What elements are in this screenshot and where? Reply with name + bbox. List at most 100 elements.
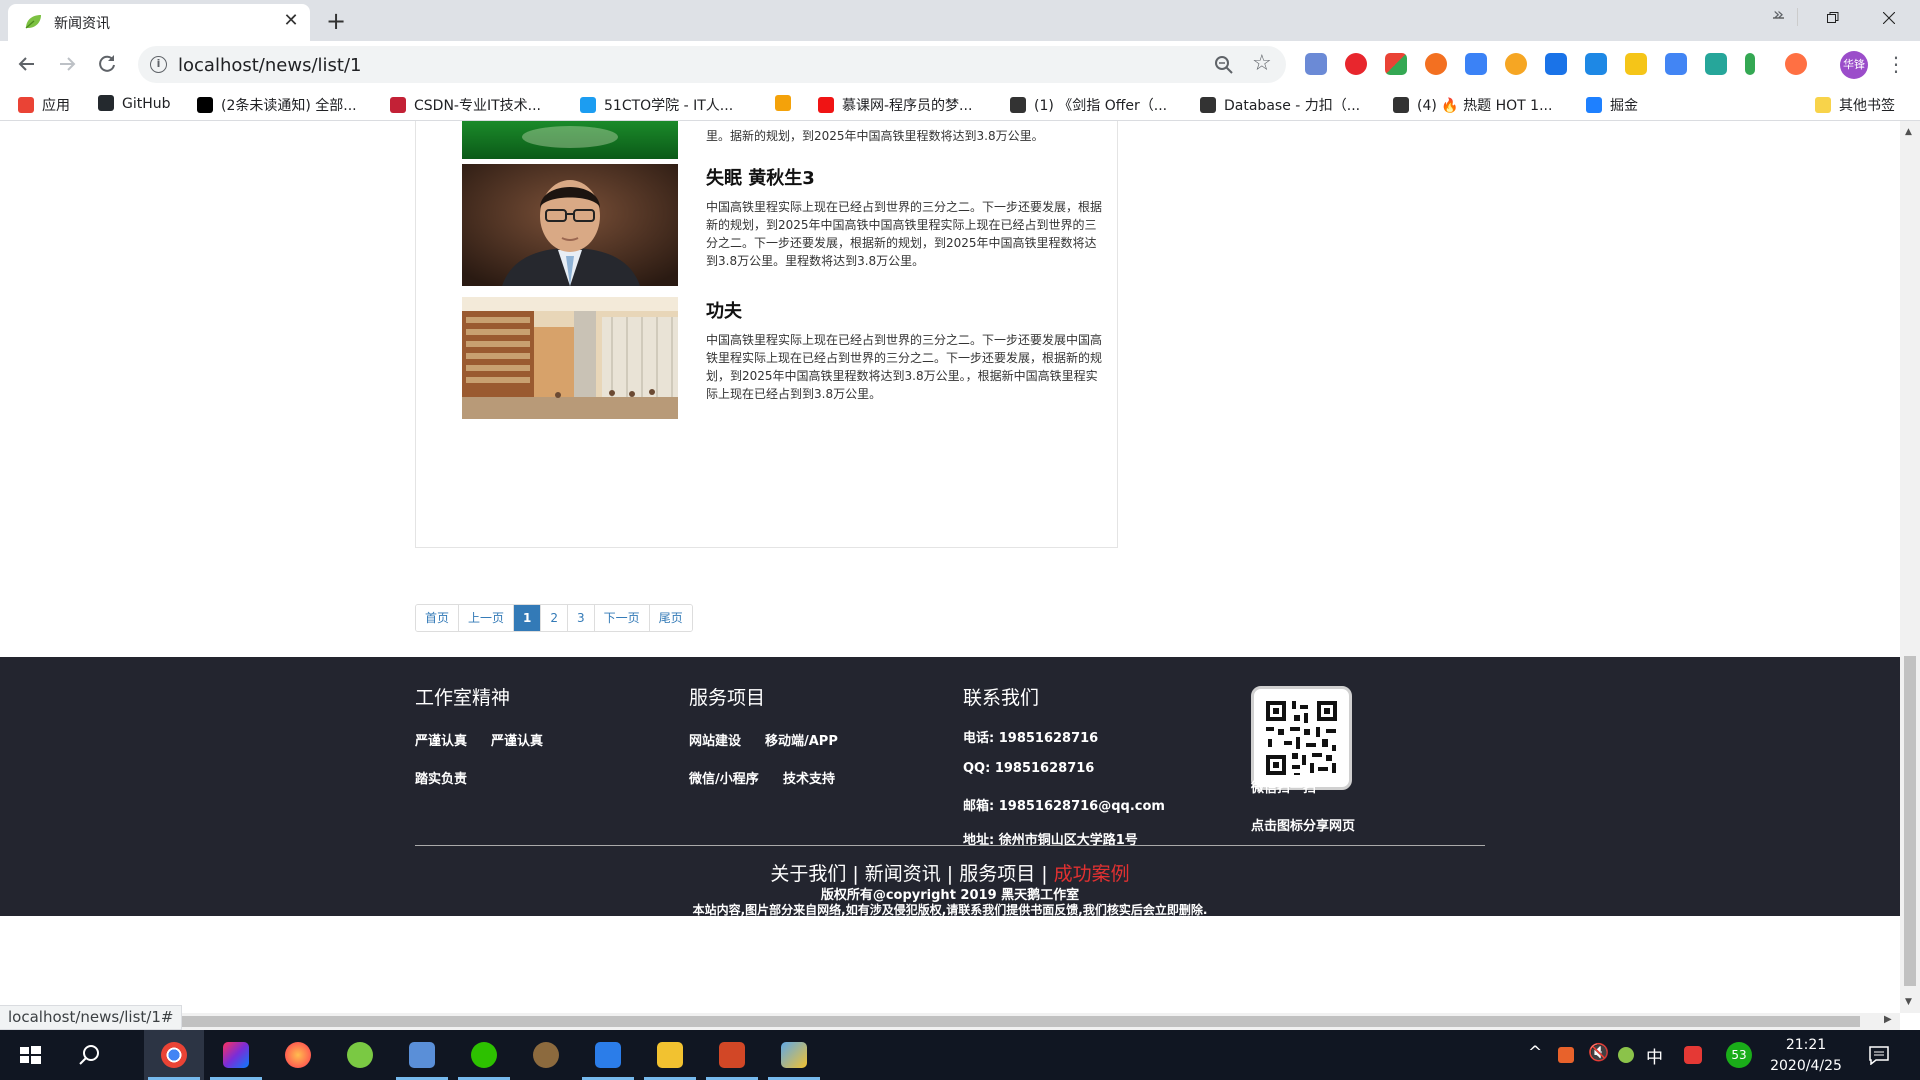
bookmark-label: 掘金 xyxy=(1610,98,1638,114)
profile-avatar[interactable]: 华锋 xyxy=(1840,51,1868,79)
extension-infinity-icon[interactable] xyxy=(1425,53,1447,75)
qr-share-hint: 点击图标分享网页 xyxy=(1251,819,1356,834)
footer-link[interactable]: 移动端/APP xyxy=(765,730,838,749)
footer-link[interactable]: 严谨认真 xyxy=(415,730,467,749)
page-2-link[interactable]: 2 xyxy=(541,605,569,631)
taskbar-remote-desktop[interactable] xyxy=(392,1030,452,1080)
reload-button[interactable] xyxy=(92,49,122,79)
zoom-icon[interactable] xyxy=(1214,55,1234,75)
extension-edit-icon[interactable] xyxy=(1665,53,1687,75)
extension-dots-icon[interactable] xyxy=(1625,53,1647,75)
page-3-link[interactable]: 3 xyxy=(568,605,595,631)
footer-nav-about[interactable]: 关于我们 xyxy=(770,863,846,885)
taskbar-settings-app[interactable] xyxy=(516,1030,576,1080)
footer-link[interactable]: 技术支持 xyxy=(783,768,835,787)
bookmark-item[interactable]: 掘金 xyxy=(1586,95,1638,115)
news-thumbnail-portrait[interactable] xyxy=(462,164,678,286)
extension-s-icon[interactable] xyxy=(1545,53,1567,75)
other-bookmarks-folder[interactable]: 其他书签 xyxy=(1815,95,1895,115)
taskbar-paint[interactable] xyxy=(764,1030,824,1080)
notification-center-icon[interactable] xyxy=(1868,1045,1890,1065)
footer-link[interactable]: 严谨认真 xyxy=(491,730,543,749)
page-prev-link[interactable]: 上一页 xyxy=(459,605,515,631)
folder-icon xyxy=(657,1042,683,1068)
bookmark-item[interactable]: (1) 《剑指 Offer（... xyxy=(1010,95,1167,115)
scroll-up-arrow-icon[interactable]: ▲ xyxy=(1905,127,1912,137)
taskbar-clock[interactable]: 21:21 2020/4/25 xyxy=(1766,1035,1846,1077)
tray-app-icon[interactable] xyxy=(1558,1047,1574,1063)
footer-nav-services[interactable]: 服务项目 xyxy=(959,863,1035,885)
vertical-scroll-thumb[interactable] xyxy=(1904,656,1916,986)
search-button[interactable] xyxy=(60,1030,120,1080)
taskbar-wechat[interactable] xyxy=(454,1030,514,1080)
forward-button[interactable] xyxy=(52,49,82,79)
sogou-ime-icon[interactable] xyxy=(1684,1046,1702,1064)
scroll-down-arrow-icon[interactable]: ▼ xyxy=(1905,997,1912,1007)
taskbar-file-explorer[interactable] xyxy=(640,1030,700,1080)
news-title[interactable]: 功夫 xyxy=(706,297,742,323)
footer-heading: 联系我们 xyxy=(963,687,1040,709)
restore-button[interactable] xyxy=(1810,4,1856,34)
horizontal-scrollbar[interactable]: ▶ xyxy=(0,1013,1900,1030)
footer-nav-cases[interactable]: 成功案例 xyxy=(1054,863,1130,885)
extension-reader-icon[interactable] xyxy=(1705,53,1727,75)
extension-color-icon[interactable] xyxy=(1385,53,1407,75)
page-1-link[interactable]: 1 xyxy=(514,605,542,631)
tray-badge-icon[interactable]: 53 xyxy=(1726,1042,1752,1068)
bookmark-item[interactable]: CSDN-专业IT技术... xyxy=(390,95,541,115)
tray-chevron-up-icon[interactable]: ^ xyxy=(1528,1043,1542,1063)
footer-nav-news[interactable]: 新闻资讯 xyxy=(865,863,941,885)
address-bar[interactable]: i localhost/news/list/1 ☆ xyxy=(138,46,1286,83)
menu-kebab-icon[interactable]: ⋮ xyxy=(1886,52,1906,76)
bookmark-item[interactable]: 51CTO学院 - IT人... xyxy=(580,95,733,115)
bookmark-star-icon[interactable]: ☆ xyxy=(1252,51,1272,76)
browser-tab[interactable]: 新闻资讯 ✕ xyxy=(8,4,310,41)
bookmark-item[interactable]: 应用 xyxy=(18,95,70,115)
taskbar-chrome[interactable] xyxy=(144,1030,204,1080)
news-thumbnail-partial[interactable] xyxy=(462,121,678,159)
scroll-right-arrow-icon[interactable]: ▶ xyxy=(1884,1014,1892,1025)
bookmark-item[interactable]: Database - 力扣（... xyxy=(1200,95,1360,115)
new-tab-button[interactable]: + xyxy=(322,8,350,36)
extension-pin-icon[interactable] xyxy=(1745,53,1755,75)
footer-link[interactable]: 网站建设 xyxy=(689,730,741,749)
news-title[interactable]: 失眠 黄秋生3 xyxy=(706,164,815,190)
extension-adblock-icon[interactable] xyxy=(1345,53,1367,75)
close-window-button[interactable] xyxy=(1866,4,1912,34)
taskbar-powerpoint[interactable] xyxy=(702,1030,762,1080)
tab-close-icon[interactable]: ✕ xyxy=(280,10,302,32)
bookmark-item[interactable]: (2条未读通知) 全部... xyxy=(197,95,357,115)
extension-translate-icon[interactable] xyxy=(1305,53,1327,75)
footer-link[interactable]: 踏实负责 xyxy=(415,768,467,787)
page-first-link[interactable]: 首页 xyxy=(416,605,460,631)
taskbar-app-green[interactable] xyxy=(330,1030,390,1080)
wechat-qr-code[interactable] xyxy=(1251,686,1352,790)
url-text[interactable]: localhost/news/list/1 xyxy=(178,55,361,76)
page-last-link[interactable]: 尾页 xyxy=(649,605,692,631)
news-thumbnail-library[interactable] xyxy=(462,297,678,419)
taskbar-intellij[interactable] xyxy=(206,1030,266,1080)
horizontal-scroll-thumb[interactable] xyxy=(175,1016,1860,1027)
back-button[interactable] xyxy=(12,49,42,79)
contact-qq: QQ: 19851628716 xyxy=(963,761,1095,776)
extension-asterisk-icon[interactable] xyxy=(1465,53,1487,75)
vertical-scrollbar[interactable]: ▲ ▼ xyxy=(1900,121,1920,1013)
volume-muted-icon[interactable]: 🔇 xyxy=(1588,1043,1609,1063)
arrow-right-icon xyxy=(60,57,76,71)
ime-indicator[interactable]: 中 xyxy=(1646,1043,1663,1068)
bookmark-item[interactable]: 慕课网-程序员的梦... xyxy=(818,95,972,115)
start-button[interactable] xyxy=(0,1030,60,1080)
extension-nodes-icon[interactable] xyxy=(1785,53,1807,75)
bookmarks-overflow-icon[interactable]: » xyxy=(1773,4,1784,25)
bookmark-item[interactable]: GitHub xyxy=(98,95,171,115)
taskbar-firefox[interactable] xyxy=(268,1030,328,1080)
footer-link[interactable]: 微信/小程序 xyxy=(689,768,759,787)
bookmark-item[interactable]: (4) 🔥 热题 HOT 1... xyxy=(1393,95,1552,115)
extension-d-icon[interactable] xyxy=(1585,53,1607,75)
tray-network-icon[interactable] xyxy=(1618,1047,1634,1063)
taskbar-wps[interactable] xyxy=(578,1030,638,1080)
extension-shield-icon[interactable] xyxy=(1505,53,1527,75)
site-info-icon[interactable]: i xyxy=(150,56,167,73)
page-next-link[interactable]: 下一页 xyxy=(594,605,650,631)
bookmark-item[interactable] xyxy=(775,95,799,115)
